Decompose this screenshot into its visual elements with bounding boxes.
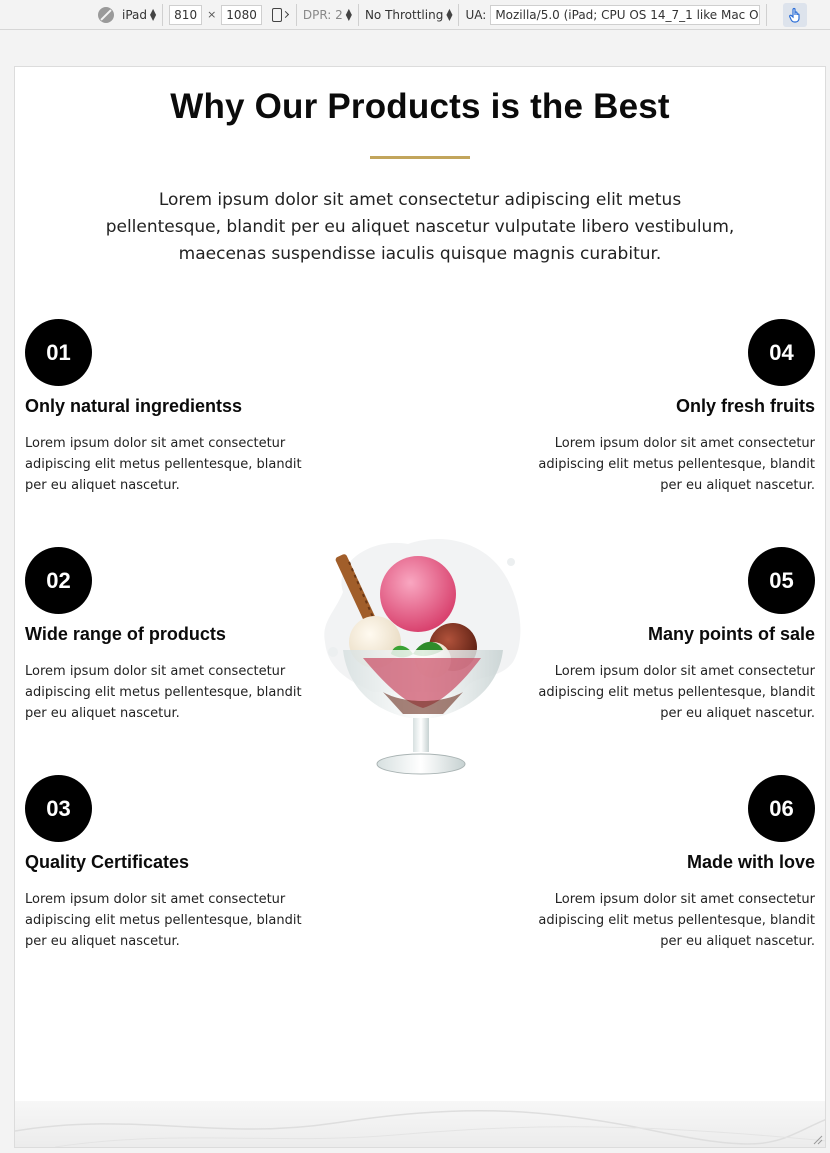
feature-text: Lorem ipsum dolor sit amet consectetur a… [538,664,815,721]
toolbar-divider [458,3,460,26]
device-select[interactable]: iPad ▲ ▼ [122,6,157,22]
toolbar-divider [295,3,297,26]
feature-text: Lorem ipsum dolor sit amet consectetur a… [25,664,302,721]
feature-card-03: 03 Quality Certificates Lorem ipsum dolo… [25,775,325,952]
feature-title: Wide range of products [25,624,226,644]
touch-simulation-button[interactable] [783,2,808,27]
marble-texture [15,1109,825,1147]
feature-card-04: 04 Only fresh fruits Lorem ipsum dolor s… [515,319,815,496]
toolbar-divider [766,3,768,26]
resize-grip-icon[interactable] [811,1133,823,1145]
marble-footer-strip [15,1101,825,1147]
feature-number-badge: 02 [25,547,92,614]
feature-card-05: 05 Many points of sale Lorem ipsum dolor… [515,547,815,724]
width-input[interactable]: 810 [169,4,203,25]
user-agent-input[interactable]: Mozilla/5.0 (iPad; CPU OS 14_7_1 like Ma… [490,4,761,25]
page-title: Why Our Products is the Best [170,87,670,126]
intro-text: Lorem ipsum dolor sit amet consectetur a… [105,190,735,264]
height-input[interactable]: 1080 [221,4,262,25]
rotate-device-icon[interactable] [271,7,282,22]
feature-title: Many points of sale [647,624,815,644]
touch-hand-icon [789,7,800,23]
responsive-toolbar: iPad ▲ ▼ 810 × 1080 DPR: 2 ▲ ▼ No Throttli… [0,0,830,30]
feature-title: Only natural ingredientss [25,396,243,416]
ice-cream-sundae-image [324,539,521,775]
dimension-separator: × [207,8,217,21]
toolbar-divider [162,3,164,26]
feature-number-badge: 06 [748,775,815,842]
dpr-select[interactable]: DPR: 2 ▲ ▼ [302,6,352,22]
feature-number-badge: 04 [748,319,815,386]
throttling-select[interactable]: No Throttling ▲ ▼ [364,6,453,22]
feature-card-06: 06 Made with love Lorem ipsum dolor sit … [515,775,815,952]
feature-title: Quality Certificates [25,852,190,872]
updown-arrow-icon: ▲ ▼ [345,6,352,22]
ua-label: UA: [465,7,487,22]
feature-text: Lorem ipsum dolor sit amet consectetur a… [538,892,815,949]
feature-text: Lorem ipsum dolor sit amet consectetur a… [25,436,302,493]
feature-text: Lorem ipsum dolor sit amet consectetur a… [538,436,815,493]
feature-title: Made with love [686,852,815,872]
device-select-label: iPad [122,7,148,22]
feature-text: Lorem ipsum dolor sit amet consectetur a… [25,892,302,949]
feature-card-02: 02 Wide range of products Lorem ipsum do… [25,547,325,724]
page-viewport: Why Our Products is the Best Lorem ipsum… [14,66,826,1148]
toolbar-divider [357,3,359,26]
title-underline [370,156,470,159]
updown-arrow-icon: ▲ ▼ [150,6,157,22]
feature-number-badge: 05 [748,547,815,614]
feature-card-01: 01 Only natural ingredientss Lorem ipsum… [25,319,325,496]
throttling-select-label: No Throttling [364,7,444,22]
feature-title: Only fresh fruits [675,396,815,416]
updown-arrow-icon: ▲ ▼ [446,6,453,22]
feature-number-badge: 03 [25,775,92,842]
dpr-select-label: DPR: 2 [302,7,343,22]
feature-number-badge: 01 [25,319,92,386]
no-entry-icon [98,6,114,23]
